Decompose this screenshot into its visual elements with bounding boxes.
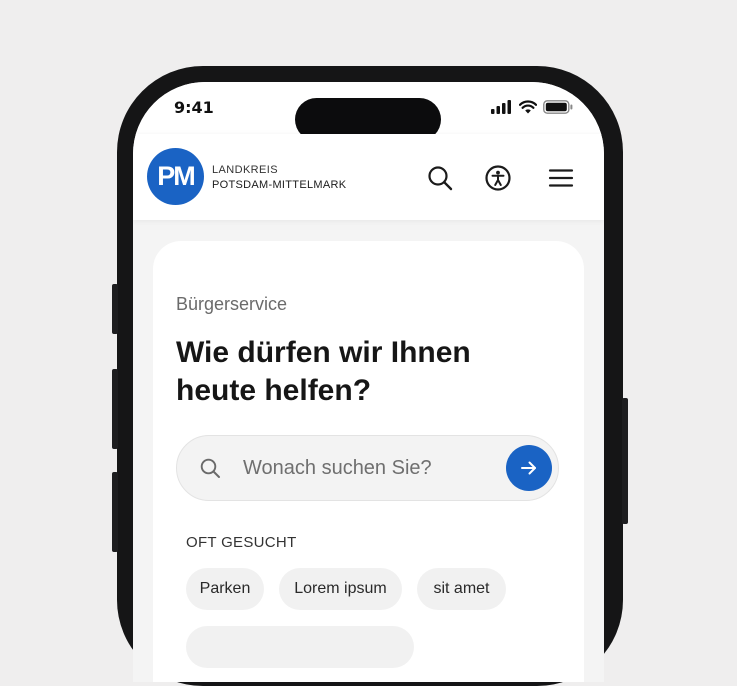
logo-text-name: POTSDAM-MITTELMARK bbox=[212, 179, 347, 191]
frequent-searches-label: OFT GESUCHT bbox=[186, 534, 297, 551]
app-header: PM LANDKREIS POTSDAM-MITTELMARK bbox=[133, 134, 604, 220]
menu-icon bbox=[548, 169, 574, 187]
menu-button[interactable] bbox=[547, 164, 575, 192]
battery-icon bbox=[543, 100, 573, 114]
eyebrow-label: Bürgerservice bbox=[176, 294, 288, 314]
phone-volume-down bbox=[112, 472, 118, 552]
accessibility-button[interactable] bbox=[484, 164, 512, 192]
page-title-line-1: Wie dürfen wir Ihnen bbox=[176, 336, 471, 369]
phone-power-button bbox=[622, 398, 628, 524]
status-time: 9:41 bbox=[174, 98, 214, 117]
search-icon bbox=[428, 166, 453, 191]
wifi-icon bbox=[519, 100, 537, 114]
search-icon bbox=[200, 458, 220, 478]
service-card: Bürgerservice Wie dürfen wir Ihnen heute… bbox=[153, 241, 584, 682]
status-bar: 9:41 bbox=[133, 82, 604, 141]
chip-sit-amet[interactable]: sit amet bbox=[417, 568, 506, 610]
logo[interactable]: PM bbox=[147, 148, 204, 205]
search-button[interactable] bbox=[426, 164, 454, 192]
chip-partial[interactable] bbox=[186, 626, 414, 668]
page-title: Wie dürfen wir Ihnen heute helfen? bbox=[176, 334, 576, 410]
search-input[interactable] bbox=[243, 454, 493, 482]
phone-screen: 9:41 PM LANDKREIS POTSDAM-MITTELMARK Bür… bbox=[133, 82, 604, 682]
logo-text-landkreis: LANDKREIS bbox=[212, 164, 278, 176]
search-submit-button[interactable] bbox=[506, 445, 552, 491]
phone-volume-up bbox=[112, 369, 118, 449]
phone-side-button bbox=[112, 284, 118, 334]
signal-icon bbox=[491, 100, 511, 114]
search-bar bbox=[176, 435, 559, 501]
accessibility-icon bbox=[485, 165, 511, 191]
arrow-right-icon bbox=[521, 461, 536, 475]
chip-parken[interactable]: Parken bbox=[186, 568, 264, 610]
chip-lorem-ipsum[interactable]: Lorem ipsum bbox=[279, 568, 402, 610]
page-title-line-2: heute helfen? bbox=[176, 374, 372, 407]
